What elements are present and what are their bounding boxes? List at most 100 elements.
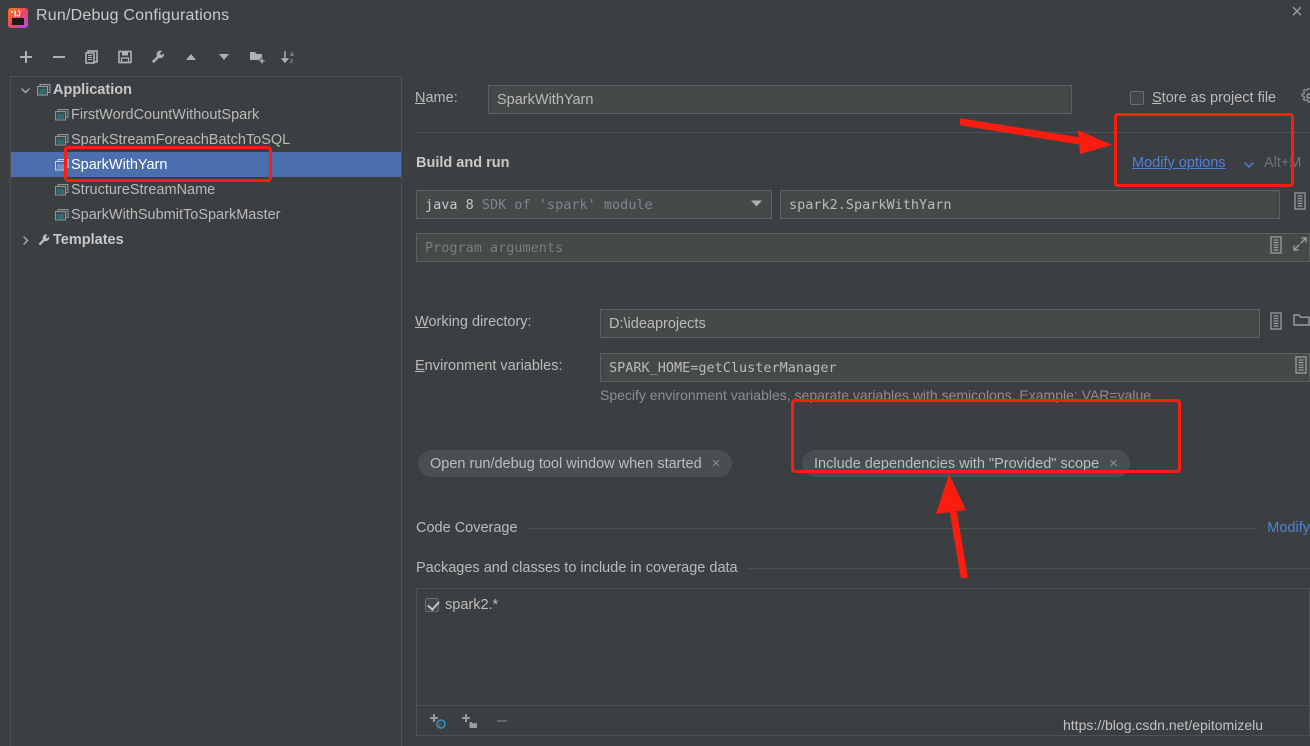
modify-options-link[interactable]: Modify options — [1132, 155, 1226, 171]
sort-configurations-button[interactable]: a z — [276, 43, 304, 71]
add-package-icon[interactable] — [457, 709, 483, 733]
code-coverage-modify-link[interactable]: Modify — [1267, 520, 1310, 536]
application-icon — [53, 158, 71, 171]
environment-variables-browse-icon[interactable] — [1293, 356, 1309, 379]
copy-configuration-button[interactable] — [78, 43, 106, 71]
name-label: Name: — [415, 90, 458, 106]
program-arguments-placeholder: Program arguments — [425, 239, 564, 256]
browse-folder-icon[interactable] — [1293, 312, 1310, 333]
name-label-mnemonic: N — [415, 90, 426, 106]
working-directory-list-icon[interactable] — [1268, 312, 1284, 335]
environment-variables-input[interactable]: SPARK_HOME=getClusterManager — [600, 353, 1310, 382]
tree-node-label: Application — [53, 81, 132, 98]
remove-configuration-button[interactable] — [45, 43, 73, 71]
coverage-list[interactable]: spark2.* — [416, 588, 1310, 706]
modify-options-mnemonic: M — [1132, 155, 1145, 171]
store-as-project-file-checkbox[interactable]: Store as project file — [1130, 90, 1276, 106]
tree-node-label: SparkStreamForeachBatchToSQL — [71, 131, 291, 148]
main-class-input[interactable]: spark2.SparkWithYarn — [780, 190, 1280, 219]
svg-text:IJ: IJ — [14, 10, 21, 19]
env-label-mnemonic: E — [415, 358, 425, 374]
chevron-down-icon[interactable] — [750, 199, 763, 211]
tree-toolbar: a z — [0, 40, 402, 76]
tree-node-sparkwithsubmittosparkmaster[interactable]: SparkWithSubmitToSparkMaster — [11, 202, 401, 227]
tree-node-label: SparkWithYarn — [71, 156, 168, 173]
coverage-item-label: spark2.* — [445, 597, 499, 613]
run-debug-configurations-dialog: IJ Run/Debug Configurations × a z Applic… — [0, 0, 1310, 746]
tree-node-templates[interactable]: Templates — [11, 227, 401, 252]
store-label-rest: tore as project file — [1161, 90, 1277, 106]
title-bar: IJ Run/Debug Configurations × — [0, 0, 1310, 36]
tree-node-application[interactable]: Application — [11, 77, 401, 102]
section-divider — [416, 132, 1310, 133]
expand-main-class-icon[interactable] — [1292, 192, 1308, 215]
section-rule — [747, 567, 1310, 569]
environment-variables-value: SPARK_HOME=getClusterManager — [609, 359, 837, 376]
name-input[interactable]: SparkWithYarn — [488, 85, 1072, 114]
chevron-right-icon[interactable] — [15, 232, 35, 247]
coverage-item-checkbox[interactable] — [425, 598, 439, 612]
application-icon — [53, 183, 71, 196]
working-directory-input[interactable]: D:\ideaprojects — [600, 309, 1260, 338]
application-icon — [53, 108, 71, 121]
tree-node-label: Templates — [53, 231, 124, 248]
jre-module-select[interactable]: java 8 SDK of 'spark' module — [416, 190, 772, 219]
tree-node-label: StructureStreamName — [71, 181, 216, 198]
gear-icon[interactable] — [1301, 87, 1310, 109]
main-class-value: spark2.SparkWithYarn — [789, 196, 952, 213]
svg-text:c: c — [439, 722, 442, 728]
checkbox-box[interactable] — [1130, 91, 1144, 105]
close-icon[interactable]: × — [1286, 2, 1308, 24]
edit-templates-button[interactable] — [144, 43, 172, 71]
move-up-button[interactable] — [177, 43, 205, 71]
packages-title: Packages and classes to include in cover… — [416, 560, 738, 576]
program-arguments-list-icon[interactable] — [1268, 236, 1284, 259]
svg-text:z: z — [290, 58, 293, 65]
sdk-value-dim: SDK of 'spark' module — [481, 196, 653, 213]
add-class-icon[interactable]: c — [425, 709, 451, 733]
chevron-down-icon[interactable] — [1243, 158, 1255, 176]
close-icon[interactable]: × — [1109, 455, 1118, 472]
application-icon — [53, 208, 71, 221]
new-folder-button[interactable] — [243, 43, 271, 71]
wd-label-rest: orking directory: — [428, 314, 532, 330]
working-directory-label: Working directory: — [415, 314, 532, 330]
chevron-down-icon[interactable] — [15, 82, 35, 97]
page-title: Run/Debug Configurations — [36, 7, 230, 24]
packages-section-header: Packages and classes to include in cover… — [416, 560, 1310, 576]
tree-node-firstwordcountwithoutspark[interactable]: FirstWordCountWithoutSpark — [11, 102, 401, 127]
intellij-idea-icon: IJ — [8, 8, 28, 28]
environment-variables-label: Environment variables: — [415, 358, 563, 374]
application-icon — [53, 133, 71, 146]
move-down-button[interactable] — [210, 43, 238, 71]
modify-options-rest: odify options — [1144, 155, 1226, 171]
chip-label: Include dependencies with "Provided" sco… — [814, 455, 1100, 472]
code-coverage-title: Code Coverage — [416, 520, 518, 536]
tree-node-structurestreamname[interactable]: StructureStreamName — [11, 177, 401, 202]
tree-node-label: SparkWithSubmitToSparkMaster — [71, 206, 281, 223]
expand-editor-icon[interactable] — [1292, 236, 1308, 257]
add-configuration-button[interactable] — [12, 43, 40, 71]
chip-label: Open run/debug tool window when started — [430, 455, 702, 472]
remove-entry-button[interactable] — [489, 709, 515, 733]
working-directory-value: D:\ideaprojects — [609, 315, 706, 332]
close-icon[interactable]: × — [712, 455, 721, 472]
watermark: https://blog.csdn.net/epitomizelu — [1063, 717, 1264, 733]
tree-node-sparkstreamforeachbatchtosql[interactable]: SparkStreamForeachBatchToSQL — [11, 127, 401, 152]
save-configuration-button[interactable] — [111, 43, 139, 71]
tree-node-sparkwithyarn[interactable]: SparkWithYarn — [11, 152, 401, 177]
program-arguments-input[interactable]: Program arguments — [416, 233, 1310, 262]
wd-label-mnemonic: W — [415, 314, 429, 330]
configurations-tree[interactable]: Application FirstWordCountWithoutSpark S… — [10, 76, 402, 746]
chip-open-run-debug-tool-window[interactable]: Open run/debug tool window when started … — [418, 450, 733, 477]
svg-text:a: a — [290, 51, 294, 58]
modify-options-shortcut: Alt+M — [1264, 155, 1302, 171]
code-coverage-section-header: Code Coverage Modify — [416, 520, 1310, 536]
name-input-value: SparkWithYarn — [497, 91, 594, 108]
list-item[interactable]: spark2.* — [425, 597, 498, 613]
name-label-rest: ame: — [425, 90, 458, 106]
store-label-mnemonic: S — [1152, 90, 1162, 106]
sdk-value-strong: java 8 — [425, 196, 474, 213]
sdk-select-value: java 8 SDK of 'spark' module — [425, 197, 653, 213]
chip-include-provided-scope[interactable]: Include dependencies with "Provided" sco… — [802, 450, 1130, 477]
